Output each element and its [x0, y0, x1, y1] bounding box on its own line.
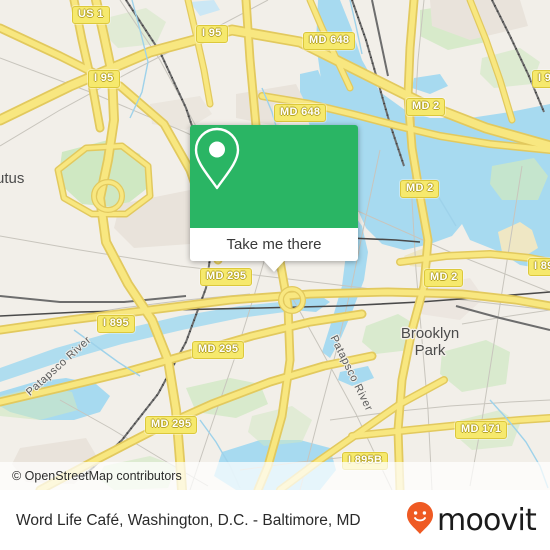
road-shield-md-295-3: MD 295 — [145, 416, 198, 434]
moovit-pin-smiley-icon — [406, 501, 434, 540]
map-attribution-bar: © OpenStreetMap contributors — [0, 462, 550, 490]
road-shield-md-2-2: MD 2 — [400, 180, 440, 198]
popup-header — [190, 125, 358, 228]
popup-pointer — [263, 260, 285, 272]
take-me-there-button[interactable]: Take me there — [226, 236, 321, 253]
road-shield-md-2: MD 2 — [406, 98, 446, 116]
road-shield-i-95-3: I 95 — [532, 70, 550, 88]
road-shield-md-648-2: MD 648 — [274, 104, 327, 122]
popup-footer[interactable]: Take me there — [190, 228, 358, 272]
footer-bar: Word Life Café, Washington, D.C. - Balti… — [0, 490, 550, 550]
road-shield-md-171: MD 171 — [455, 421, 508, 439]
road-shield-md-295: MD 295 — [200, 268, 253, 286]
road-shield-md-2-3: MD 2 — [424, 269, 464, 287]
location-popup[interactable]: Take me there — [190, 125, 358, 272]
road-shield-md-295-2: MD 295 — [192, 341, 245, 359]
openstreetmap-attribution[interactable]: © OpenStreetMap contributors — [0, 469, 182, 483]
moovit-logo[interactable]: moovit — [406, 501, 537, 540]
moovit-wordmark: moovit — [437, 502, 537, 538]
road-shield-md-648: MD 648 — [303, 32, 356, 50]
place-title: Word Life Café, Washington, D.C. - Balti… — [16, 511, 361, 529]
road-shield-us-1: US 1 — [72, 6, 110, 24]
road-shield-i-895-2: I 895 — [528, 258, 550, 276]
road-shield-i-895: I 895 — [97, 315, 135, 333]
map-canvas[interactable]: US 1 I 95 MD 648 I 95 MD 648 MD 2 I 95 M… — [0, 0, 550, 490]
road-shield-i-95-2: I 95 — [88, 70, 120, 88]
road-shield-i-95: I 95 — [196, 25, 228, 43]
screenshot-root: US 1 I 95 MD 648 I 95 MD 648 MD 2 I 95 M… — [0, 0, 550, 550]
